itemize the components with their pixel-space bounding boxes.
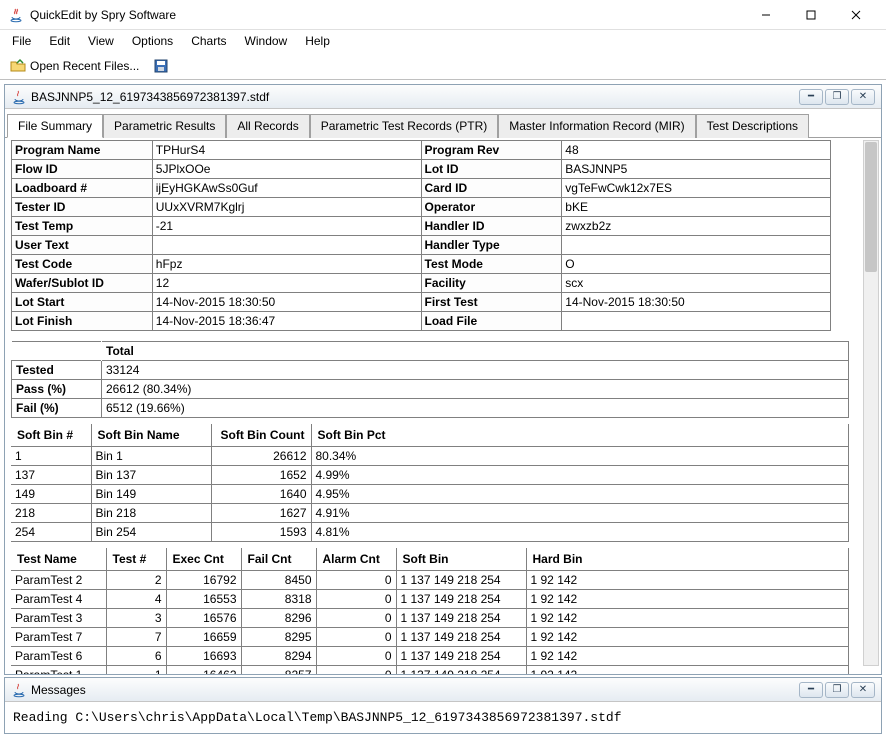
stats-table: Total Tested33124 Pass (%)26612 (80.34%)… [11,341,849,418]
col-softbin-name[interactable]: Soft Bin Name [91,424,211,447]
menu-help[interactable]: Help [297,32,338,50]
stats-total-header: Total [102,342,849,361]
msg-maximize-button[interactable]: ❐ [825,682,849,698]
toolbar: Open Recent Files... [0,52,886,80]
summary-kv-table: Program NameTPHurS4Program Rev48 Flow ID… [11,140,831,331]
table-row[interactable]: ParamTest 4416553831801 137 149 218 2541… [11,590,849,609]
msg-close-button[interactable]: ✕ [851,682,875,698]
document-titlebar: BASJNNP5_12_6197343856972381397.stdf ━ ❐… [5,85,881,109]
table-row[interactable]: ParamTest 1116462825701 137 149 218 2541… [11,666,849,675]
table-row[interactable]: ParamTest 2216792845001 137 149 218 2541… [11,571,849,590]
col-hard-bin[interactable]: Hard Bin [526,548,849,571]
menu-view[interactable]: View [80,32,122,50]
doc-maximize-button[interactable]: ❐ [825,89,849,105]
soft-bin-table: Soft Bin # Soft Bin Name Soft Bin Count … [11,424,849,542]
tab-parametric-results[interactable]: Parametric Results [103,114,226,138]
col-softbin-count[interactable]: Soft Bin Count [211,424,311,447]
tests-table: Test Name Test # Exec Cnt Fail Cnt Alarm… [11,548,849,674]
messages-titlebar: Messages ━ ❐ ✕ [5,678,881,702]
floppy-disk-icon [153,58,169,74]
tab-strip: File Summary Parametric Results All Reco… [5,109,881,138]
window-title: QuickEdit by Spry Software [30,8,743,22]
kv-row: Test CodehFpzTest ModeO [12,255,831,274]
kv-row: Flow ID5JPlxOOeLot IDBASJNNP5 [12,160,831,179]
tab-ptr[interactable]: Parametric Test Records (PTR) [310,114,498,138]
col-soft-bin[interactable]: Soft Bin [396,548,526,571]
document-window: BASJNNP5_12_6197343856972381397.stdf ━ ❐… [4,84,882,675]
messages-title: Messages [31,683,799,697]
col-exec-cnt[interactable]: Exec Cnt [166,548,241,571]
doc-minimize-button[interactable]: ━ [799,89,823,105]
menu-file[interactable]: File [4,32,39,50]
java-doc-icon [11,89,27,105]
content-pane: Program NameTPHurS4Program Rev48 Flow ID… [5,138,881,674]
col-test-num[interactable]: Test # [106,548,166,571]
messages-window: Messages ━ ❐ ✕ Reading C:\Users\chris\Ap… [4,677,882,734]
col-fail-cnt[interactable]: Fail Cnt [241,548,316,571]
menu-edit[interactable]: Edit [41,32,78,50]
window-close-button[interactable] [833,1,878,29]
col-alarm-cnt[interactable]: Alarm Cnt [316,548,396,571]
tab-test-descriptions[interactable]: Test Descriptions [696,114,809,138]
msg-minimize-button[interactable]: ━ [799,682,823,698]
doc-close-button[interactable]: ✕ [851,89,875,105]
vertical-scrollbar[interactable] [863,140,879,666]
window-minimize-button[interactable] [743,1,788,29]
table-row[interactable]: 1Bin 12661280.34% [11,447,849,466]
kv-row: Lot Start14-Nov-2015 18:30:50First Test1… [12,293,831,312]
table-row[interactable]: 254Bin 25415934.81% [11,523,849,542]
menu-bar: File Edit View Options Charts Window Hel… [0,30,886,52]
table-row[interactable]: ParamTest 6616693829401 137 149 218 2541… [11,647,849,666]
table-row[interactable]: 149Bin 14916404.95% [11,485,849,504]
menu-options[interactable]: Options [124,32,181,50]
java-app-icon [8,7,24,23]
kv-row: Program NameTPHurS4Program Rev48 [12,141,831,160]
open-recent-label: Open Recent Files... [30,59,139,73]
table-row[interactable]: 137Bin 13716524.99% [11,466,849,485]
kv-row: Lot Finish14-Nov-2015 18:36:47Load File [12,312,831,331]
tab-file-summary[interactable]: File Summary [7,114,103,138]
document-title: BASJNNP5_12_6197343856972381397.stdf [31,90,799,104]
kv-row: Loadboard #ijEyHGKAwSs0GufCard IDvgTeFwC… [12,179,831,198]
messages-body: Reading C:\Users\chris\AppData\Local\Tem… [5,702,881,733]
save-button[interactable] [149,56,173,76]
table-row[interactable]: 218Bin 21816274.91% [11,504,849,523]
java-msg-icon [11,682,27,698]
col-test-name[interactable]: Test Name [11,548,106,571]
kv-row: Wafer/Sublot ID12Facilityscx [12,274,831,293]
open-folder-icon [10,58,26,74]
tab-mir[interactable]: Master Information Record (MIR) [498,114,695,138]
tab-all-records[interactable]: All Records [226,114,309,138]
col-softbin-pct[interactable]: Soft Bin Pct [311,424,849,447]
menu-window[interactable]: Window [237,32,296,50]
kv-row: Tester IDUUxXVRM7KglrjOperatorbKE [12,198,831,217]
scrollbar-thumb[interactable] [865,142,877,272]
table-row[interactable]: ParamTest 7716659829501 137 149 218 2541… [11,628,849,647]
open-recent-button[interactable]: Open Recent Files... [6,56,143,76]
col-softbin-num[interactable]: Soft Bin # [11,424,91,447]
window-titlebar: QuickEdit by Spry Software [0,0,886,30]
menu-charts[interactable]: Charts [183,32,234,50]
kv-row: User TextHandler Type [12,236,831,255]
window-maximize-button[interactable] [788,1,833,29]
table-row[interactable]: ParamTest 3316576829601 137 149 218 2541… [11,609,849,628]
kv-row: Test Temp-21Handler IDzwxzb2z [12,217,831,236]
